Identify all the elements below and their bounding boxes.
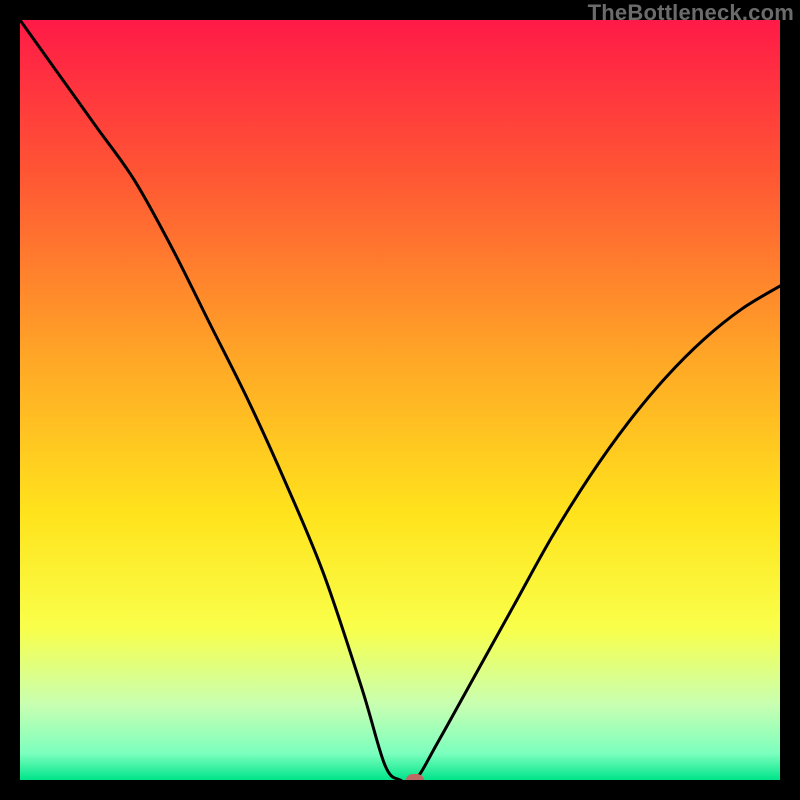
chart-frame: TheBottleneck.com (0, 0, 800, 800)
optimum-marker (406, 774, 424, 780)
plot-area (20, 20, 780, 780)
attribution-text: TheBottleneck.com (588, 0, 794, 26)
bottleneck-curve (20, 20, 780, 780)
